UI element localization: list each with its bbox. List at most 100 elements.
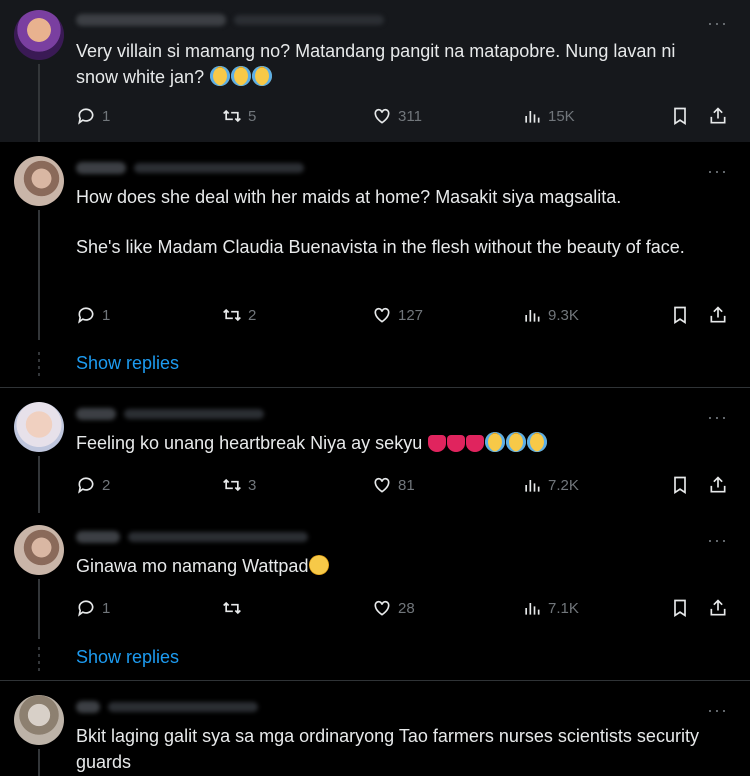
like-button[interactable]: 311 <box>372 104 422 128</box>
more-options-icon[interactable]: ··· <box>707 14 728 32</box>
reply-count: 1 <box>102 306 111 324</box>
views-chart-icon <box>525 111 540 123</box>
heart-icon <box>374 477 390 493</box>
broken-heart-emoji <box>428 435 447 452</box>
post-actions: 1 28 7.1K <box>76 596 734 620</box>
bookmark-button[interactable] <box>670 104 690 128</box>
post-header[interactable] <box>76 527 308 547</box>
post[interactable]: ··· Bkit laging galit sya sa mga ordinar… <box>0 681 750 776</box>
user-name-redacted[interactable] <box>76 14 226 26</box>
view-count: 7.1K <box>548 599 579 617</box>
bookmark-button[interactable] <box>670 473 690 497</box>
user-name-redacted[interactable] <box>76 701 100 713</box>
avatar[interactable] <box>14 402 64 452</box>
loudly-crying-emoji <box>506 432 527 452</box>
avatar[interactable] <box>14 695 64 745</box>
avatar[interactable] <box>14 10 64 60</box>
post-actions: 1 5 311 15K <box>76 104 734 128</box>
reply-button[interactable]: 1 <box>76 596 110 620</box>
bookmark-button[interactable] <box>670 596 690 620</box>
bookmark-icon <box>674 599 686 618</box>
views-button[interactable]: 15K <box>522 104 575 128</box>
like-count: 127 <box>398 306 424 324</box>
more-options-icon[interactable]: ··· <box>707 701 728 719</box>
post[interactable]: ··· Very villain si mamang no? Matandang… <box>0 0 750 142</box>
broken-heart-emoji <box>447 435 466 452</box>
loudly-crying-emoji <box>231 66 252 86</box>
post-header[interactable] <box>76 158 304 178</box>
loudly-crying-emoji <box>252 66 273 86</box>
loudly-crying-emoji <box>210 66 231 86</box>
bookmark-button[interactable] <box>670 303 690 327</box>
views-button[interactable]: 7.2K <box>522 473 579 497</box>
loudly-crying-emoji <box>485 432 506 452</box>
show-replies-link[interactable]: Show replies <box>76 647 179 668</box>
like-button[interactable]: 127 <box>372 303 423 327</box>
share-button[interactable] <box>708 596 728 620</box>
views-chart-icon <box>525 480 540 492</box>
repost-button[interactable] <box>222 596 248 620</box>
post-header[interactable] <box>76 10 384 30</box>
thread-line <box>38 210 40 340</box>
reply-icon <box>78 477 94 494</box>
broken-heart-emoji <box>466 435 485 452</box>
share-icon <box>710 107 726 124</box>
show-replies-link[interactable]: Show replies <box>76 353 179 374</box>
views-button[interactable]: 7.1K <box>522 596 579 620</box>
like-count: 28 <box>398 599 415 617</box>
user-handle-redacted <box>108 702 258 712</box>
like-button[interactable]: 81 <box>372 473 415 497</box>
user-handle-redacted <box>128 532 308 542</box>
reply-button[interactable]: 1 <box>76 303 110 327</box>
post-text: Bkit laging galit sya sa mga ordinaryong… <box>76 726 699 772</box>
post-text: Ginawa mo namang Wattpad <box>76 553 716 579</box>
share-button[interactable] <box>708 303 728 327</box>
repost-button[interactable]: 5 <box>222 104 256 128</box>
reply-button[interactable]: 1 <box>76 104 110 128</box>
repost-count: 5 <box>248 107 257 125</box>
user-handle-redacted <box>124 409 264 419</box>
bookmark-icon <box>674 107 686 126</box>
heart-icon <box>374 600 390 616</box>
post-header[interactable] <box>76 697 258 717</box>
share-button[interactable] <box>708 104 728 128</box>
like-count: 81 <box>398 476 415 494</box>
views-button[interactable]: 9.3K <box>522 303 579 327</box>
repost-button[interactable]: 2 <box>222 303 256 327</box>
heart-icon <box>374 307 390 323</box>
avatar[interactable] <box>14 525 64 575</box>
post-actions: 1 2 127 9.3K <box>76 303 734 327</box>
view-count: 7.2K <box>548 476 579 494</box>
share-icon <box>710 306 726 323</box>
thread-dots <box>38 352 40 380</box>
like-count: 311 <box>398 107 422 125</box>
thread-line <box>38 64 40 142</box>
more-options-icon[interactable]: ··· <box>707 408 728 426</box>
user-name-redacted[interactable] <box>76 162 126 174</box>
more-options-icon[interactable]: ··· <box>707 531 728 549</box>
post-header[interactable] <box>76 404 264 424</box>
user-name-redacted[interactable] <box>76 531 120 543</box>
share-icon <box>710 599 726 616</box>
reply-button[interactable]: 2 <box>76 473 110 497</box>
post-text: How does she deal with her maids at home… <box>76 187 685 257</box>
user-name-redacted[interactable] <box>76 408 116 420</box>
reply-count: 1 <box>102 599 111 617</box>
repost-button[interactable]: 3 <box>222 473 256 497</box>
avatar[interactable] <box>14 156 64 206</box>
thread-line <box>38 749 40 776</box>
share-button[interactable] <box>708 473 728 497</box>
post[interactable]: ··· Feeling ko unang heartbreak Niya ay … <box>0 388 750 513</box>
post-text: Very villain si mamang no? Matandang pan… <box>76 41 676 87</box>
reply-count: 1 <box>102 107 111 125</box>
repost-count: 3 <box>248 476 257 494</box>
more-options-icon[interactable]: ··· <box>707 162 728 180</box>
repost-icon <box>223 478 241 492</box>
bookmark-icon <box>674 476 686 495</box>
thread-line <box>38 456 40 513</box>
repost-count: 2 <box>248 306 257 324</box>
post[interactable]: ··· Ginawa mo namang Wattpad 1 28 7.1K S… <box>0 513 750 680</box>
post[interactable]: ··· How does she deal with her maids at … <box>0 142 750 387</box>
rolling-laughing-emoji <box>309 555 330 575</box>
like-button[interactable]: 28 <box>372 596 415 620</box>
